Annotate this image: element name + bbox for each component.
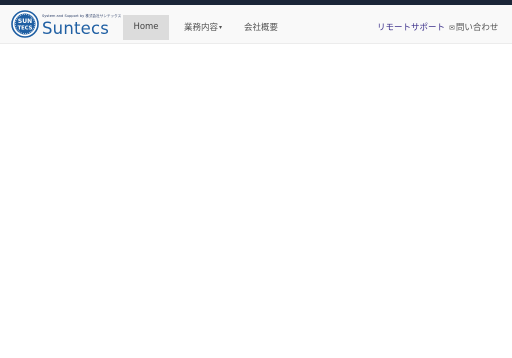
nav-home-label: Home: [133, 22, 159, 32]
mail-icon: ✉: [449, 24, 455, 32]
svg-text:SUN: SUN: [18, 18, 32, 25]
caret-down-icon: ▾: [219, 24, 223, 31]
site-logo[interactable]: SUN TECS System and Support by 株式会社サンテック…: [11, 10, 121, 40]
nav-remote-support[interactable]: リモートサポート: [377, 15, 445, 41]
nav-remote-support-label: リモートサポート: [377, 23, 446, 33]
nav-services-label: 業務内容: [184, 23, 219, 33]
nav-contact[interactable]: ✉問い合わせ: [449, 15, 498, 41]
logo-brand-name: Suntecs: [42, 19, 110, 38]
nav-company[interactable]: 会社概要: [244, 15, 278, 41]
nav-company-label: 会社概要: [244, 23, 279, 33]
navbar: SUN TECS System and Support by 株式会社サンテック…: [0, 5, 512, 44]
nav-services-dropdown[interactable]: 業務内容▾: [184, 15, 222, 41]
nav-home[interactable]: Home: [123, 15, 169, 40]
suntecs-seal-icon: SUN TECS: [11, 10, 39, 38]
page-content-area: [0, 44, 512, 358]
nav-contact-label: 問い合わせ: [455, 23, 499, 33]
svg-text:TECS: TECS: [18, 26, 33, 32]
